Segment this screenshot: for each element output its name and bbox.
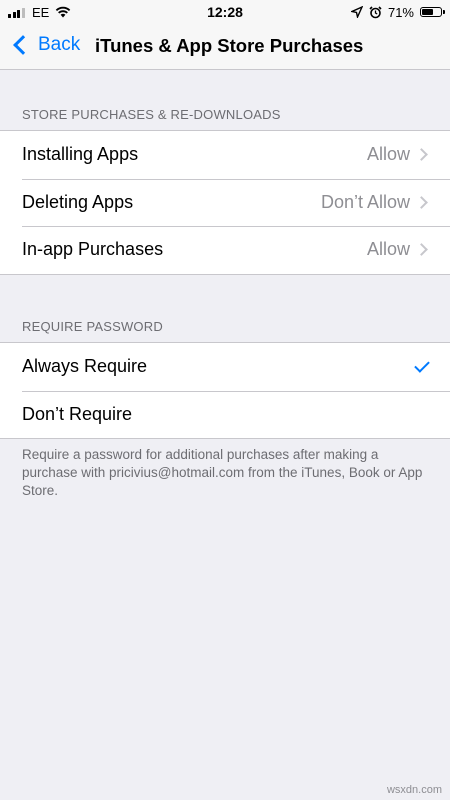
row-label: In-app Purchases: [22, 239, 164, 260]
status-bar: EE 12:28 71%: [0, 0, 450, 24]
location-icon: [350, 6, 363, 18]
row-always-require[interactable]: Always Require: [0, 343, 450, 391]
chevron-right-icon: [415, 243, 428, 256]
store-settings-group: Installing Apps Allow Deleting Apps Don’…: [0, 130, 450, 275]
battery-percent: 71%: [387, 4, 414, 20]
row-label: Installing Apps: [22, 144, 139, 165]
chevron-right-icon: [415, 148, 428, 161]
watermark: wsxdn.com: [386, 784, 442, 796]
battery-fill: [422, 9, 434, 15]
chevron-right-icon: [415, 195, 428, 209]
row-label: Don’t Require: [22, 403, 133, 424]
row-in-app-purchases[interactable]: In-app Purchases Allow: [0, 226, 450, 274]
section-header-store: STORE PURCHASES & RE-DOWNLOADS: [22, 107, 281, 122]
section-header-password: REQUIRE PASSWORD: [22, 319, 163, 334]
alarm-icon: [369, 5, 382, 18]
battery-icon: [420, 7, 445, 17]
status-right: 71%: [345, 4, 445, 20]
row-label: Deleting Apps: [22, 191, 134, 212]
row-value: Don’t Allow: [320, 191, 410, 212]
row-installing-apps[interactable]: Installing Apps Allow: [0, 131, 450, 179]
row-value: Allow: [366, 144, 410, 165]
back-button[interactable]: Back: [12, 34, 80, 56]
chevron-left-icon: [13, 35, 33, 55]
row-dont-require[interactable]: Don’t Require: [0, 390, 450, 439]
password-options-group: Always Require Don’t Require: [0, 342, 450, 439]
password-footer-note: Require a password for additional purcha…: [22, 447, 423, 498]
checkmark-icon: [414, 357, 430, 373]
back-label: Back: [38, 34, 81, 55]
navigation-bar: Back iTunes & App Store Purchases: [0, 24, 450, 70]
page-title: iTunes & App Store Purchases: [95, 35, 364, 56]
row-value: Allow: [366, 239, 410, 260]
row-deleting-apps[interactable]: Deleting Apps Don’t Allow: [0, 178, 450, 227]
row-label: Always Require: [22, 356, 148, 377]
